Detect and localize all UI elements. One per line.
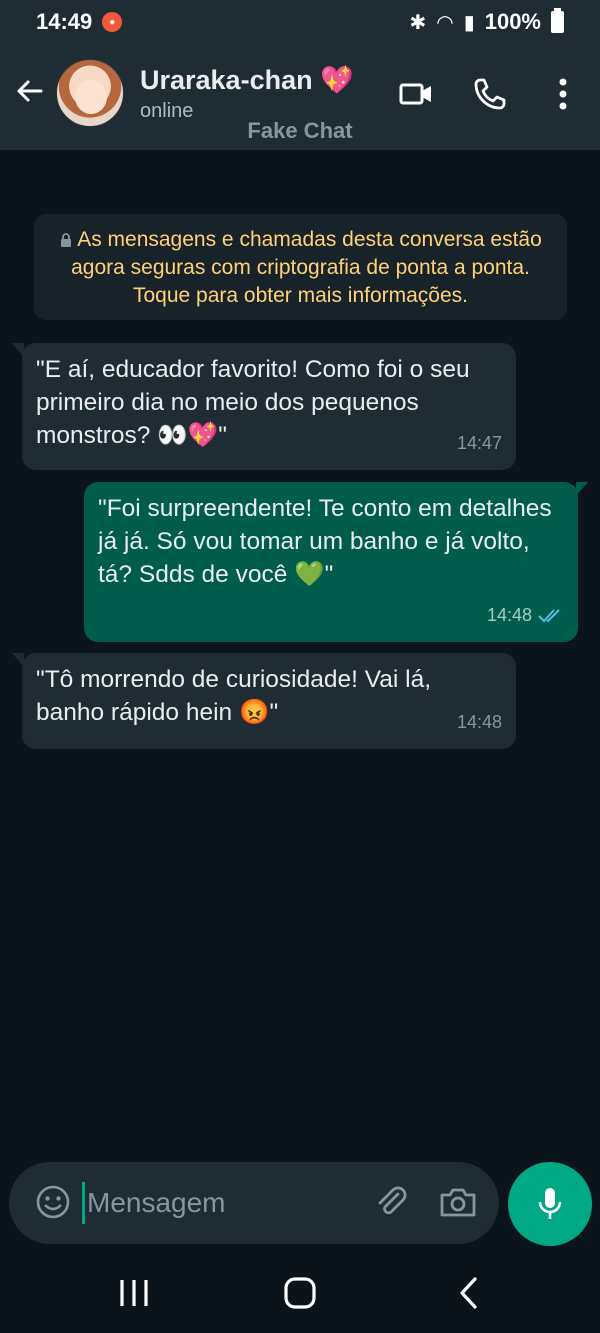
contact-name[interactable]: Uraraka-chan 💖 — [140, 64, 354, 96]
text-cursor — [82, 1182, 85, 1224]
message-time: 14:48 — [486, 605, 532, 625]
chat-header: Uraraka-chan 💖 online Fake Chat — [0, 44, 600, 150]
message-incoming[interactable]: "Tô morrendo de curiosidade! Vai lá, ban… — [12, 653, 516, 749]
camera-icon[interactable] — [439, 1184, 477, 1220]
message-meta: 14:47 — [457, 427, 502, 460]
message-meta: 14:48 — [457, 706, 502, 739]
message-text: "Foi surpreendente! Te conto em detalhes… — [98, 495, 552, 588]
encryption-text: As mensagens e chamadas desta conversa e… — [71, 228, 542, 307]
bubble-tail — [12, 343, 24, 357]
home-icon[interactable] — [280, 1275, 320, 1311]
recent-apps-icon[interactable] — [114, 1275, 154, 1311]
bluetooth-icon: ✱ — [409, 11, 427, 34]
message-text: "E aí, educador favorito! Como foi o seu… — [36, 356, 470, 449]
emoji-icon[interactable] — [35, 1184, 71, 1220]
battery-percent: 100% — [484, 9, 541, 34]
avatar-face — [75, 80, 107, 114]
encryption-notice[interactable]: As mensagens e chamadas desta conversa e… — [34, 214, 567, 320]
message-outgoing[interactable]: "Foi surpreendente! Te conto em detalhes… — [84, 482, 588, 642]
message-input-pill[interactable] — [9, 1162, 499, 1244]
fake-chat-label: Fake Chat — [247, 118, 353, 143]
message-time: 14:47 — [456, 433, 502, 453]
wifi-icon: ◠ — [436, 11, 454, 34]
video-call-icon[interactable] — [398, 76, 434, 112]
message-time: 14:48 — [456, 712, 502, 732]
signal-icon: ▮ — [463, 11, 475, 34]
mic-icon — [538, 1188, 562, 1219]
avatar[interactable] — [56, 59, 124, 127]
message-input[interactable] — [87, 1180, 357, 1226]
message-meta: 14:48 — [487, 599, 564, 632]
message-text: "Tô morrendo de curiosidade! Vai lá, ban… — [36, 666, 432, 726]
more-options-icon[interactable] — [556, 76, 570, 112]
screen-record-icon: ● — [102, 12, 123, 32]
system-nav-bar — [0, 1253, 600, 1333]
nav-back-icon[interactable] — [450, 1275, 490, 1311]
lock-icon — [61, 233, 72, 247]
voice-call-icon[interactable] — [472, 76, 508, 112]
message-incoming[interactable]: "E aí, educador favorito! Como foi o seu… — [12, 343, 516, 470]
message-composer — [0, 1150, 600, 1253]
back-arrow-icon[interactable] — [14, 76, 44, 106]
status-time: 14:49 — [36, 9, 93, 34]
mic-button[interactable] — [508, 1162, 592, 1246]
bubble-tail — [12, 653, 24, 667]
attach-icon[interactable] — [373, 1184, 409, 1220]
bubble-tail — [576, 482, 588, 496]
chat-area[interactable]: As mensagens e chamadas desta conversa e… — [0, 150, 600, 1160]
read-ticks-icon — [538, 608, 560, 622]
status-bar: 14:49 ● ✱ ◠ ▮ 100% — [0, 0, 600, 44]
battery-icon — [551, 8, 564, 33]
status-right: ✱ ◠ ▮ 100% — [409, 8, 564, 35]
